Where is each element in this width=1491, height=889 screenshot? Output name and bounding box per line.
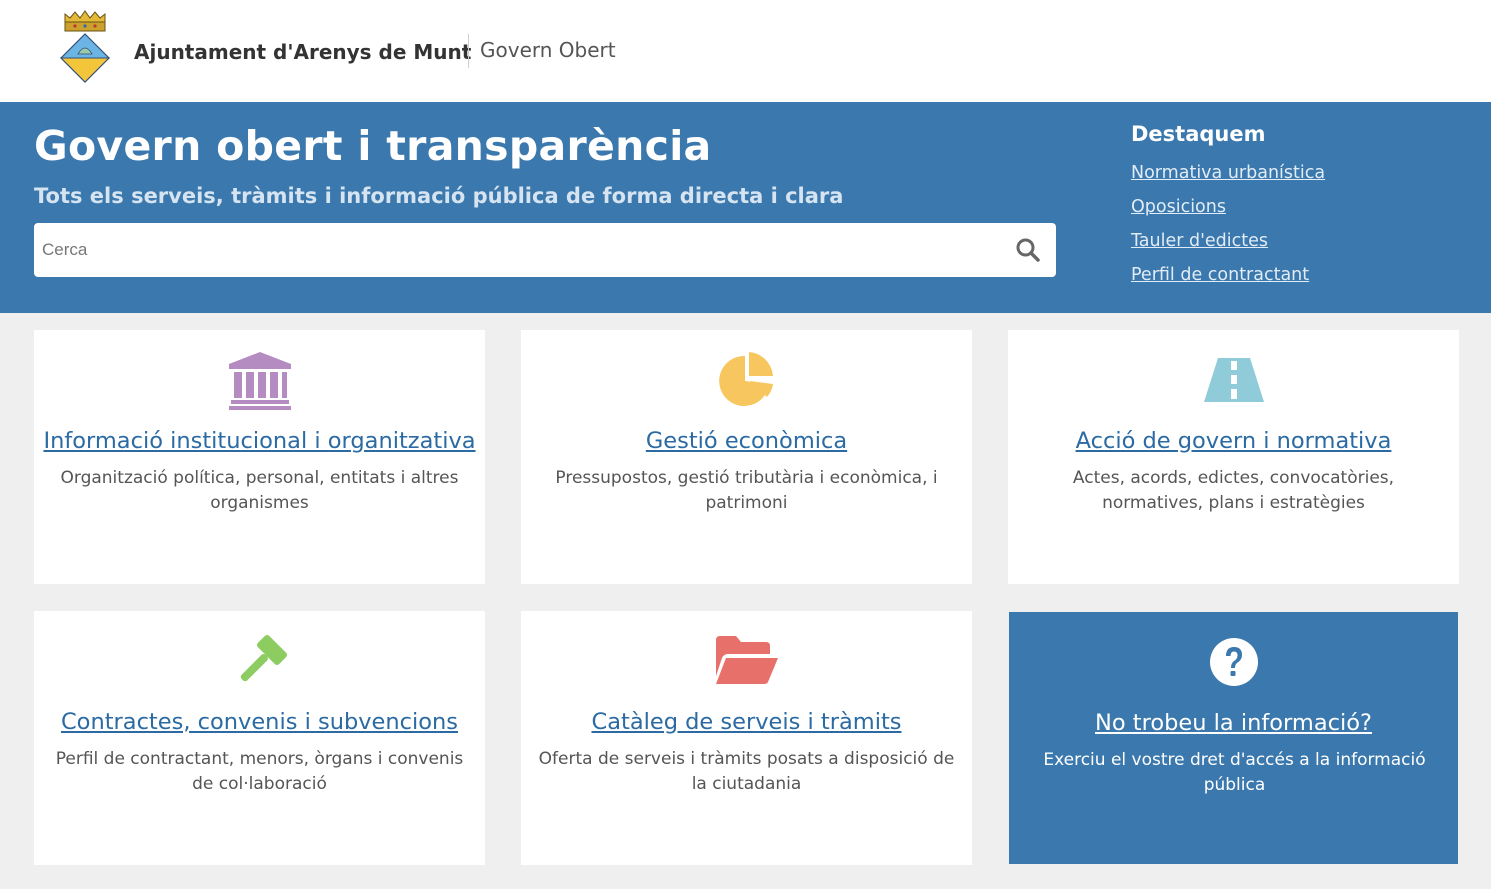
folder-open-icon <box>715 636 778 684</box>
highlight-link-urban-planning[interactable]: Normativa urbanística <box>1131 156 1471 190</box>
page-title: Govern obert i transparència <box>34 122 712 170</box>
highlights-panel: Destaquem Normativa urbanística Oposicio… <box>1131 122 1471 292</box>
highlight-link-notice-board[interactable]: Tauler d'edictes <box>1131 224 1471 258</box>
coat-of-arms-logo[interactable] <box>56 10 114 86</box>
search-box <box>34 223 1056 277</box>
card-information-request[interactable]: No trobeu la informació? Exerciu el vost… <box>1009 612 1458 864</box>
search-icon[interactable] <box>1014 236 1042 264</box>
card-description: Perfil de contractant, menors, òrgans i … <box>55 749 464 794</box>
header-divider <box>468 34 469 68</box>
page-subtitle: Tots els serveis, tràmits i informació p… <box>34 184 844 208</box>
card-title[interactable]: Informació institucional i organitzativa <box>34 428 485 454</box>
highlight-link-contractor-profile[interactable]: Perfil de contractant <box>1131 258 1471 292</box>
highlight-link-public-exams[interactable]: Oposicions <box>1131 190 1471 224</box>
card-title[interactable]: Gestió econòmica <box>521 428 972 454</box>
search-input[interactable] <box>34 223 994 277</box>
card-economic-management[interactable]: Gestió econòmica Pressupostos, gestió tr… <box>521 330 972 584</box>
card-description: Pressupostos, gestió tributària i econòm… <box>555 468 938 513</box>
highlights-title: Destaquem <box>1131 122 1266 146</box>
card-description: Organització política, personal, entitat… <box>60 468 459 513</box>
card-contracts[interactable]: Contractes, convenis i subvencions Perfi… <box>34 611 485 865</box>
road-icon <box>1203 358 1264 402</box>
card-description: Exerciu el vostre dret d'accés a la info… <box>1043 750 1426 795</box>
pie-chart-icon <box>718 352 773 406</box>
site-header: Ajuntament d'Arenys de Munt Govern Obert <box>0 0 1491 102</box>
question-circle-icon <box>1209 638 1258 686</box>
site-name[interactable]: Govern Obert <box>480 38 616 62</box>
card-title[interactable]: Catàleg de serveis i tràmits <box>521 709 972 735</box>
card-institutional-info[interactable]: Informació institucional i organitzativa… <box>34 330 485 584</box>
hero-banner: Govern obert i transparència Tots els se… <box>0 102 1491 313</box>
card-description: Oferta de serveis i tràmits posats a dis… <box>538 749 955 794</box>
card-services-catalog[interactable]: Catàleg de serveis i tràmits Oferta de s… <box>521 611 972 865</box>
card-title[interactable]: Contractes, convenis i subvencions <box>34 709 485 735</box>
card-title[interactable]: No trobeu la informació? <box>1009 710 1458 736</box>
organization-name[interactable]: Ajuntament d'Arenys de Munt <box>134 40 471 64</box>
card-government-action[interactable]: Acció de govern i normativa Actes, acord… <box>1008 330 1459 584</box>
gavel-icon <box>240 634 287 682</box>
card-title[interactable]: Acció de govern i normativa <box>1008 428 1459 454</box>
card-description: Actes, acords, edictes, convocatòries, n… <box>1072 468 1395 513</box>
institution-icon <box>228 352 291 410</box>
